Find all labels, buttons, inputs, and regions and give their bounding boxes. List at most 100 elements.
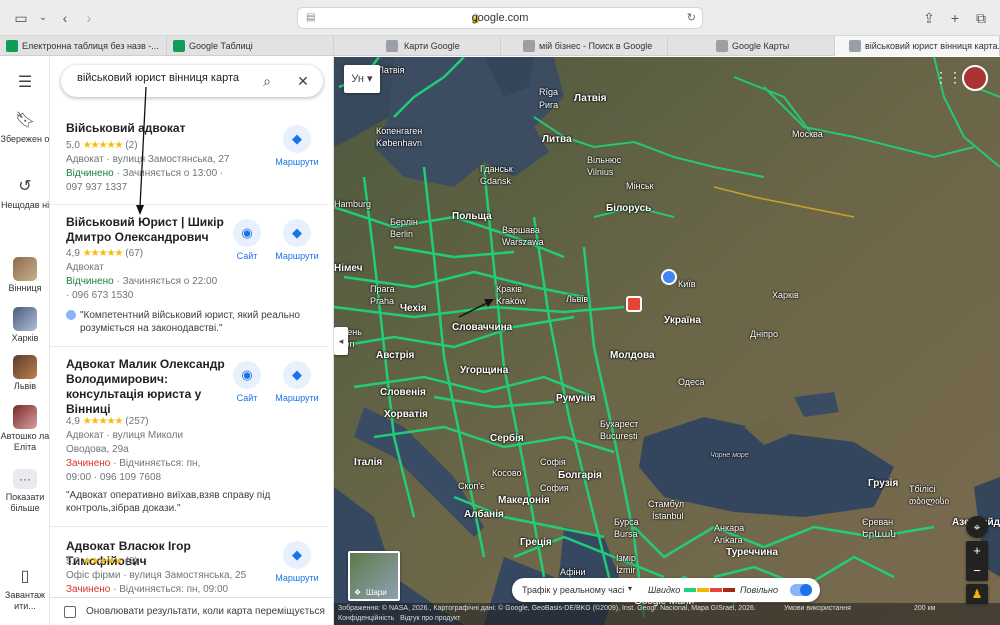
map-label: Вільнюс [587,155,622,165]
terms-link[interactable]: Умови використання [784,604,851,614]
saved-button[interactable]: 🔖︎ Збережен о [0,111,50,145]
map-label: Краків [496,284,522,294]
map-label: Албанія [464,509,504,520]
directions-button[interactable]: ◆ Маршрути [272,361,322,403]
map-label: Kraków [496,296,527,306]
directions-icon: ◆ [283,125,311,153]
share-icon[interactable]: ⇪ [920,9,938,27]
google-maps-logo: Google Мапи [634,596,695,607]
url-text: google.com [471,12,529,24]
address-bar[interactable]: ▤ 🔒 google.com ↻ [297,7,703,29]
review-snippet: "Компетентний військовий юрист, який реа… [66,309,316,335]
traffic-toggle[interactable] [790,584,812,596]
reload-icon[interactable]: ↻ [687,11,696,24]
map-label: Варшава [502,225,540,235]
show-more-button[interactable]: ··· Показати більше [0,469,50,514]
map-label: Rīga [539,87,559,97]
status-badge: Зачинено [66,458,111,469]
new-tab-icon[interactable]: + [946,9,964,27]
sheets-icon [6,40,18,52]
directions-button[interactable]: ◆ Маршрути [272,541,322,583]
map-label: Афіни [560,567,586,577]
privacy-link[interactable]: Конфіденційність [338,615,394,622]
status-badge: Відчинено [66,276,114,287]
download-app-button[interactable]: ▯ Завантаж ити... [0,567,50,612]
tab-maps-uk[interactable]: Карти Google [334,36,501,56]
collapse-panel-button[interactable]: ◂ [334,327,348,355]
apps-grid-icon[interactable]: ⋮⋮ [934,69,962,86]
tab-current[interactable]: військовий юрист вінниця карта... [835,36,1000,56]
sheets-icon [173,40,185,52]
google-icon [386,40,398,52]
tab-spreadsheet[interactable]: Електронна таблиця без назв -... [0,36,167,56]
map-label: București [600,431,638,441]
result-card[interactable]: Військовий адвокат 5,0 ★★★★★ (2) Адвокат… [50,111,328,205]
fast-label: Швидко [648,585,681,595]
result-title[interactable]: Військовий Юрист | Шикір Дмитро Олександ… [66,215,236,245]
website-button[interactable]: ◉ Сайт [222,361,272,403]
map-label: Словаччина [452,322,513,333]
more-icon: ··· [13,469,37,489]
map-canvas[interactable]: Латвія Латвія Rīga Рига Литва Вільнюс Vi… [334,57,1000,625]
map-label: Австрія [376,350,415,361]
map-label: Латвія [574,93,607,104]
recent-vinnytsia[interactable]: Вінниця [0,257,50,294]
rating-value: 5,0 [66,140,80,151]
menu-button[interactable]: ☰ [0,73,50,96]
traffic-swatch [723,588,735,592]
maps-rail: ☰ 🔖︎ Збережен о ↺ Нещодав ні Вінниця Харкі… [0,57,50,625]
update-checkbox[interactable] [64,606,76,618]
result-card[interactable]: Адвокат Власюк Ігор Тимофійович 5,0 ★★★★… [50,527,328,597]
tab-label: військовий юрист вінниця карта... [865,41,1000,51]
tab-maps-ru[interactable]: Google Карты [668,36,835,56]
directions-button[interactable]: ◆ Маршрути [272,125,322,167]
map-label: Румунія [556,393,596,404]
forward-icon[interactable]: › [80,9,98,27]
map-label: Хорватія [384,409,428,420]
slow-label: Повільно [740,585,778,595]
map-label: Польща [452,211,492,222]
chevron-down-icon[interactable]: ⌄ [34,9,52,27]
search-input[interactable] [77,72,247,84]
result-pin[interactable] [626,296,642,312]
back-icon[interactable]: ‹ [56,9,74,27]
sidebar-toggle-icon[interactable]: ▭ [12,9,30,27]
map-label: Тбілісі [909,484,936,494]
layers-button[interactable]: ❖ Шари [348,551,400,601]
website-button[interactable]: ◉ Сайт [222,219,272,261]
map-label: Македонія [498,495,550,506]
directions-button[interactable]: ◆ Маршрути [272,219,322,261]
feedback-link[interactable]: Відгук про продукт [400,615,460,622]
rail-label: Показати більше [5,492,45,513]
zoom-in-button[interactable]: + [966,541,988,561]
tab-google-sheets[interactable]: Google Таблиці [167,36,334,56]
avatar[interactable] [962,65,988,91]
recent-button[interactable]: ↺ Нещодав ні [0,177,50,211]
globe-icon: ◉ [233,219,261,247]
result-title[interactable]: Військовий адвокат [66,121,236,136]
close-icon[interactable]: ✕ [293,71,313,91]
recent-lviv[interactable]: Львів [0,355,50,392]
map-label: Praha [370,296,395,306]
status-badge: Зачинено [66,584,111,595]
my-location-button[interactable]: ⌖ [966,516,988,538]
pegman-icon[interactable]: ♟ [966,584,988,604]
recent-kharkiv[interactable]: Харків [0,307,50,344]
map-label: Угорщина [460,365,509,376]
map-label: İstanbul [652,511,684,521]
recent-autoschool[interactable]: Автошко ла Еліта [0,405,50,453]
layers-label: Шари [366,588,387,597]
result-card[interactable]: Адвокат Малик Олександр Володимирович: к… [50,347,328,527]
tab-overview-icon[interactable]: ⧉ [972,9,990,27]
traffic-dropdown[interactable]: Трафік у реальному часі [522,585,624,595]
map-label: Грузія [868,478,899,489]
result-card[interactable]: Військовий Юрист | Шикір Дмитро Олександ… [50,205,328,347]
chevron-down-icon[interactable]: ▾ [628,584,632,593]
zoom-out-button[interactable]: − [966,561,988,581]
language-toggle[interactable]: Ун ▾ [344,65,380,93]
map-label: Сербія [490,433,524,444]
result-title[interactable]: Адвокат Малик Олександр Володимирович: к… [66,357,236,417]
saved-place-marker[interactable] [661,269,677,285]
search-icon[interactable]: ⌕ [257,71,277,91]
tab-my-business[interactable]: мій бізнес - Поиск в Google [501,36,668,56]
